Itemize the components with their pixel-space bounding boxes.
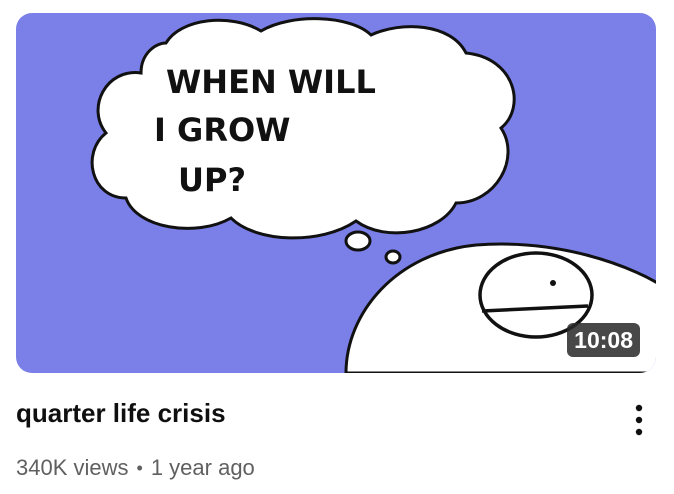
thumbnail-illustration: WHEN WILL I GROW UP?: [90, 17, 656, 373]
more-vert-icon: [635, 404, 643, 436]
duration-badge: 10:08: [567, 323, 640, 357]
bubble-text-line1: WHEN WILL: [166, 63, 376, 101]
bubble-text-line2: I GROW: [154, 111, 290, 149]
view-count: 340K views: [16, 455, 129, 480]
video-card[interactable]: WHEN WILL I GROW UP? 10:08 quarter life …: [0, 0, 674, 494]
upload-age: 1 year ago: [150, 455, 255, 480]
video-metadata: 340K views • 1 year ago: [16, 455, 255, 481]
character-eye: [550, 280, 556, 286]
meta-separator: •: [136, 457, 143, 478]
thought-bubble-dot-small: [384, 249, 402, 265]
bubble-text-line3: UP?: [178, 161, 246, 199]
thought-bubble-dot-large: [344, 230, 372, 252]
video-title[interactable]: quarter life crisis: [16, 398, 226, 429]
video-thumbnail[interactable]: WHEN WILL I GROW UP? 10:08: [16, 13, 656, 373]
more-actions-button[interactable]: [624, 400, 654, 440]
